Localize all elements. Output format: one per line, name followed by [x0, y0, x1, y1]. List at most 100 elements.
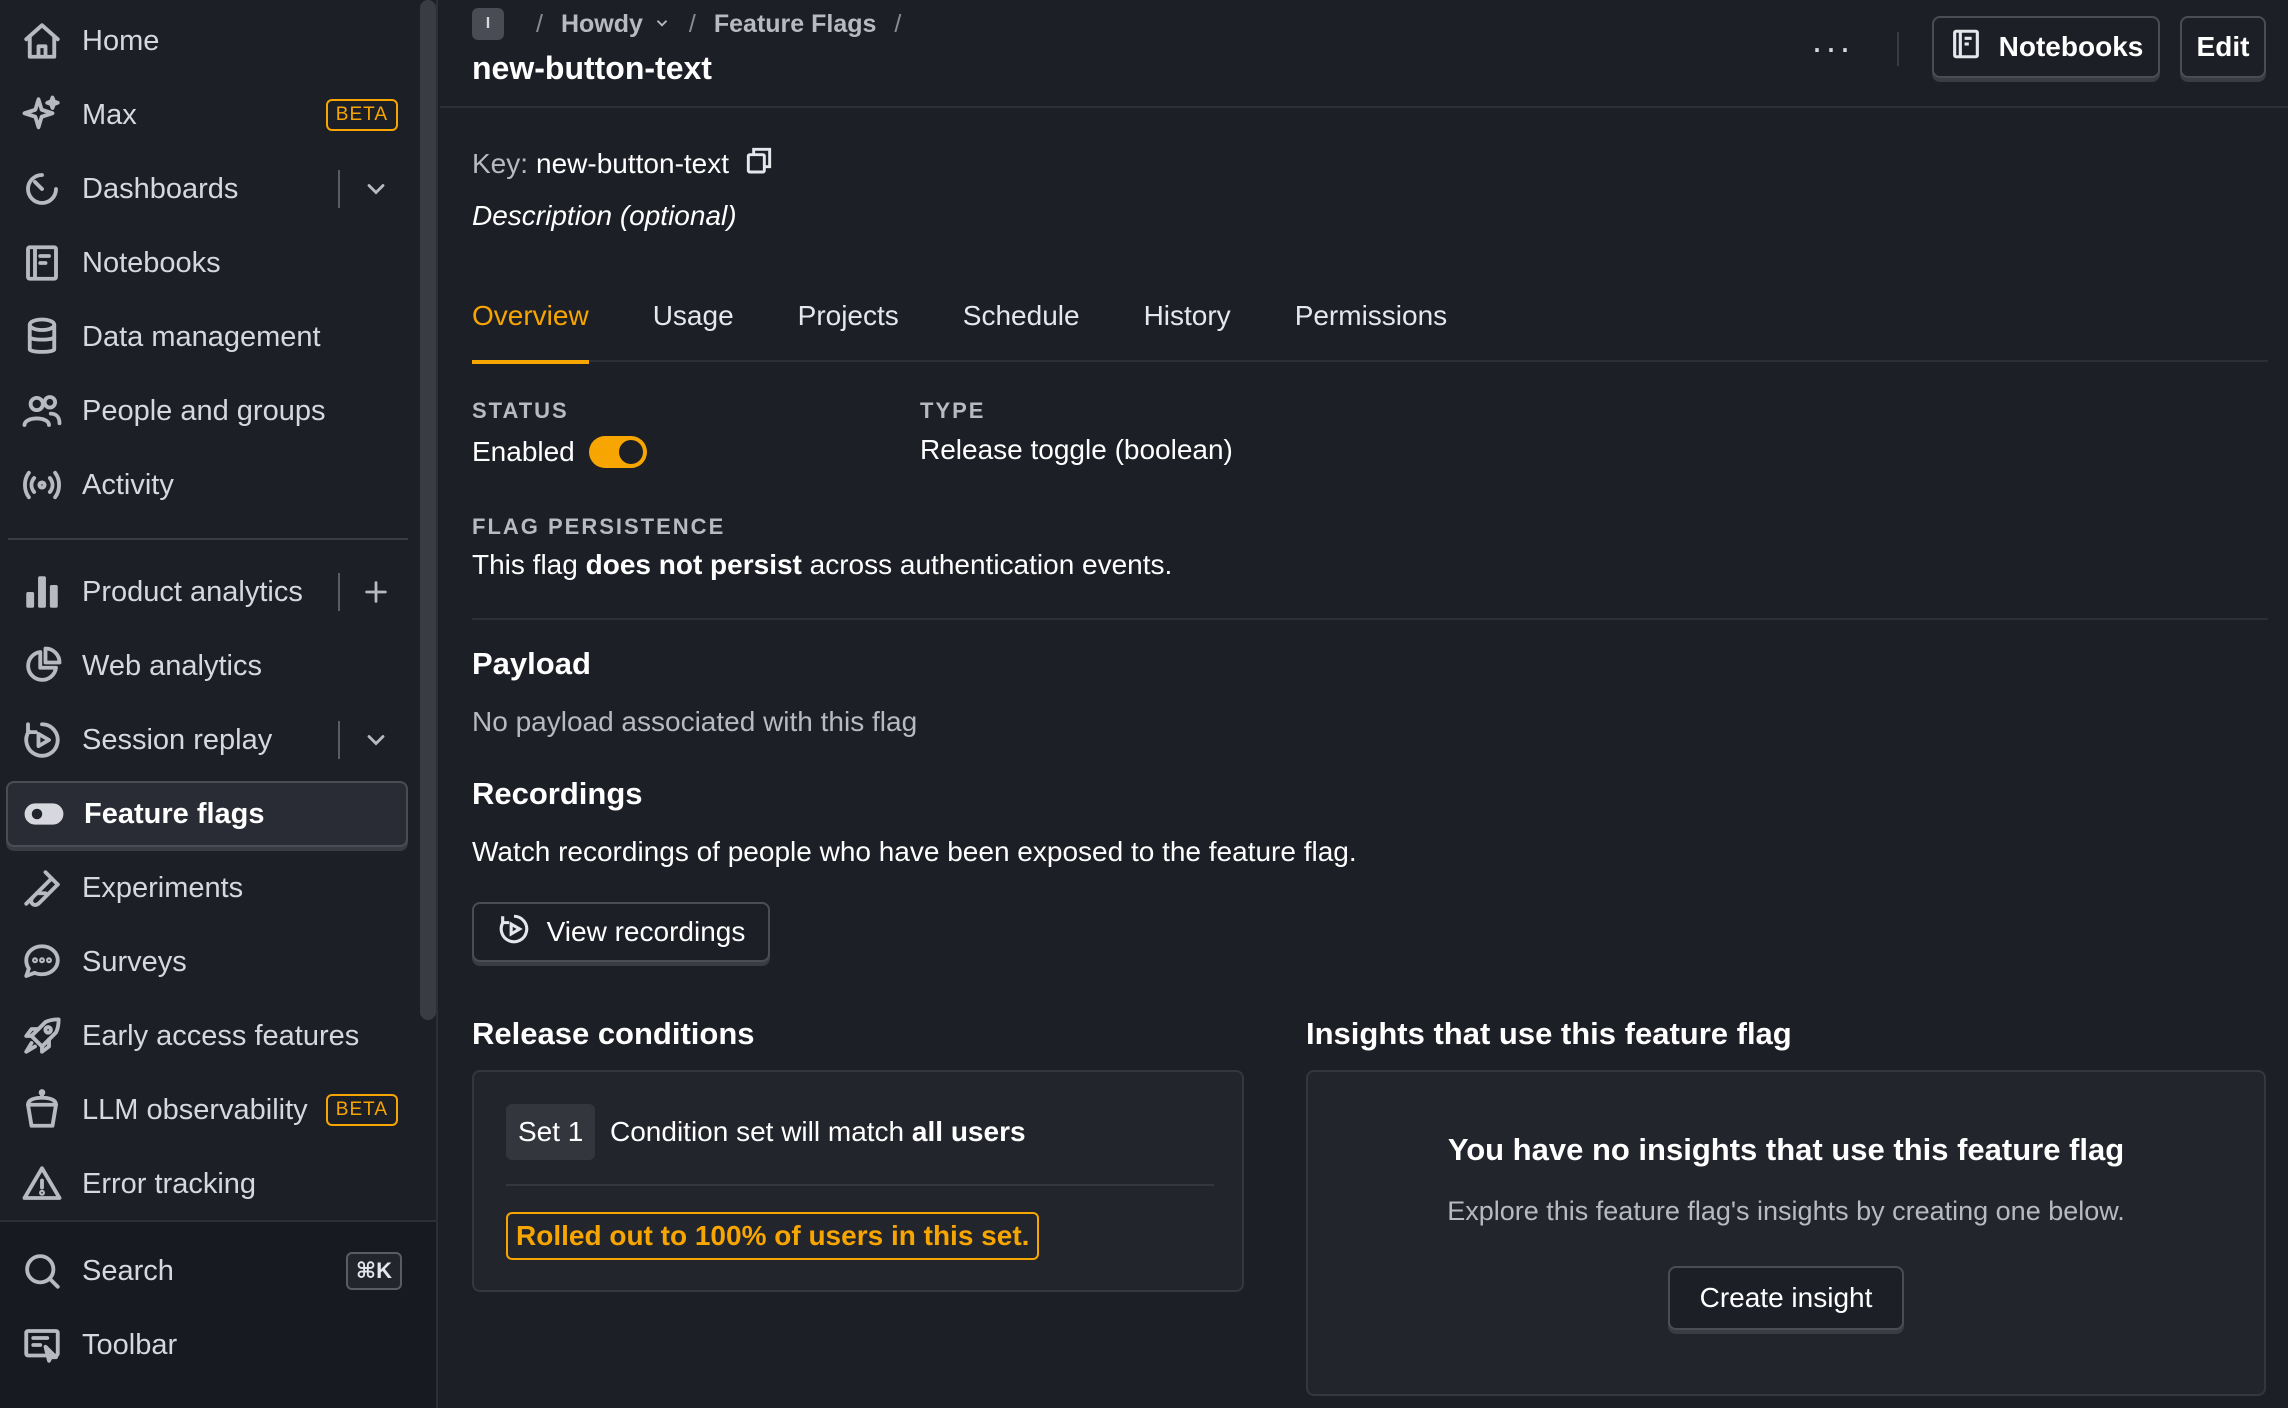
tab-schedule[interactable]: Schedule: [963, 296, 1080, 362]
breadcrumb-separator: /: [688, 9, 696, 38]
more-options-button[interactable]: ···: [1804, 26, 1860, 70]
tab-usage[interactable]: Usage: [653, 296, 734, 362]
sidebar-item-data-management[interactable]: Data management: [6, 304, 408, 370]
sidebar-item-web-analytics[interactable]: Web analytics: [6, 633, 408, 699]
notebooks-button[interactable]: Notebooks: [1932, 16, 2160, 78]
tab-projects[interactable]: Projects: [798, 296, 899, 362]
project-badge[interactable]: I: [472, 8, 504, 40]
sidebar-item-label: Surveys: [82, 945, 187, 978]
condition-text-pre: Condition set will match: [610, 1116, 912, 1147]
sidebar-item-experiments[interactable]: Experiments: [6, 855, 408, 921]
home-icon: [18, 17, 66, 65]
sidebar-item-product-analytics[interactable]: Product analytics: [6, 559, 408, 625]
breadcrumb-project[interactable]: Howdy: [561, 10, 643, 39]
sidebar-item-notebooks[interactable]: Notebooks: [6, 230, 408, 296]
tab-permissions[interactable]: Permissions: [1295, 296, 1447, 362]
page-title: new-button-text: [472, 50, 712, 86]
recordings-title: Recordings: [472, 776, 643, 811]
enabled-toggle[interactable]: [588, 436, 647, 468]
edit-button[interactable]: Edit: [2180, 16, 2266, 78]
breadcrumb-separator: /: [536, 9, 543, 38]
sidebar-item-label: Notebooks: [82, 246, 221, 279]
insights-panel: You have no insights that use this featu…: [1306, 1070, 2266, 1396]
sidebar-item-label: Home: [82, 24, 160, 57]
top-bar: I / Howdy / Feature Flags / new-button-t…: [440, 0, 2288, 108]
sidebar-item-label: Search: [82, 1254, 174, 1287]
persistence-text-bold: does not persist: [585, 549, 802, 580]
chevron-down-icon[interactable]: [358, 722, 394, 758]
sidebar-item-people[interactable]: People and groups: [6, 378, 408, 444]
keyboard-shortcut: ⌘K: [345, 1252, 402, 1290]
status-row: Enabled: [472, 436, 647, 468]
breadcrumb-feature-flags[interactable]: Feature Flags: [714, 10, 877, 39]
bar-chart-icon: [18, 568, 66, 616]
view-recordings-label: View recordings: [546, 916, 746, 947]
rocket-icon: [18, 1012, 66, 1060]
status-value: Enabled: [472, 436, 575, 467]
sidebar-item-label: Session replay: [82, 723, 273, 756]
sidebar-item-label: Experiments: [82, 871, 244, 904]
database-icon: [18, 313, 66, 361]
chevron-down-icon[interactable]: [358, 171, 394, 207]
sidebar-scrollbar[interactable]: [420, 0, 436, 1020]
flag-key-row: Key: new-button-text: [472, 144, 775, 183]
sidebar-item-home[interactable]: Home: [6, 8, 408, 74]
sidebar-item-label: Activity: [82, 468, 174, 501]
sidebar-item-label: Error tracking: [82, 1167, 257, 1200]
create-insight-button[interactable]: Create insight: [1668, 1266, 1904, 1330]
recordings-text: Watch recordings of people who have been…: [472, 836, 1357, 867]
sidebar-item-label: Product analytics: [82, 575, 303, 608]
dashboard-icon: [18, 165, 66, 213]
tab-overview[interactable]: Overview: [472, 296, 589, 364]
rollout-badge: Rolled out to 100% of users in this set.: [506, 1212, 1040, 1260]
description-field[interactable]: Description (optional): [472, 200, 737, 232]
persistence-text: This flag does not persist across authen…: [472, 549, 1172, 581]
panel-divider: [506, 1184, 1214, 1186]
sidebar-item-early-access[interactable]: Early access features: [6, 1003, 408, 1069]
sidebar-divider: [8, 538, 408, 540]
beta-badge: BETA: [325, 99, 398, 131]
view-recordings-button[interactable]: View recordings: [472, 902, 770, 962]
notebooks-button-label: Notebooks: [1998, 31, 2144, 62]
tab-history[interactable]: History: [1144, 296, 1231, 362]
warning-icon: [18, 1160, 66, 1208]
condition-set-badge: Set 1: [506, 1104, 596, 1160]
sidebar-item-label: Toolbar: [82, 1328, 178, 1361]
replay-icon: [18, 716, 66, 764]
sidebar-item-activity[interactable]: Activity: [6, 452, 408, 518]
release-conditions-title: Release conditions: [472, 1016, 755, 1051]
sidebar-item-surveys[interactable]: Surveys: [6, 929, 408, 995]
sidebar-item-toolbar[interactable]: Toolbar: [6, 1312, 408, 1378]
key-label: Key:: [472, 147, 529, 179]
sidebar-item-label: Max: [82, 98, 137, 131]
section-divider: [472, 618, 2268, 620]
sidebar-item-label: Feature flags: [84, 797, 265, 830]
toggle-icon: [20, 790, 68, 838]
type-value: Release toggle (boolean): [920, 434, 1233, 465]
sidebar-item-max[interactable]: Max BETA: [6, 82, 408, 148]
sidebar-item-llm-observability[interactable]: LLM observability BETA: [6, 1077, 408, 1143]
persistence-text-pre: This flag: [472, 549, 586, 580]
plus-icon[interactable]: [358, 574, 394, 610]
sidebar-item-search[interactable]: Search ⌘K: [6, 1238, 408, 1304]
condition-text-bold: all users: [911, 1116, 1026, 1147]
replay-icon: [497, 912, 547, 953]
condition-text: Condition set will match all users: [610, 1116, 1026, 1148]
notebook-icon: [1949, 27, 1999, 68]
sidebar-item-dashboards[interactable]: Dashboards: [6, 156, 408, 222]
search-icon: [18, 1247, 66, 1295]
tab-bar: Overview Usage Projects Schedule History…: [472, 296, 2268, 364]
sparkle-icon: [18, 91, 66, 139]
sidebar-item-session-replay[interactable]: Session replay: [6, 707, 408, 773]
copy-icon[interactable]: [729, 144, 775, 183]
chevron-down-icon[interactable]: [643, 10, 671, 39]
sidebar-bottom: Search ⌘K Toolbar: [0, 1220, 436, 1408]
divider: [338, 170, 340, 208]
sidebar-item-error-tracking[interactable]: Error tracking: [6, 1151, 408, 1217]
insights-empty-text: Explore this feature flag's insights by …: [1447, 1196, 2125, 1226]
persistence-label: FLAG PERSISTENCE: [472, 514, 726, 539]
breadcrumb: I / Howdy / Feature Flags /: [472, 8, 919, 40]
divider: [338, 573, 340, 611]
key-value: new-button-text: [536, 147, 730, 179]
sidebar-item-feature-flags[interactable]: Feature flags: [6, 781, 408, 847]
